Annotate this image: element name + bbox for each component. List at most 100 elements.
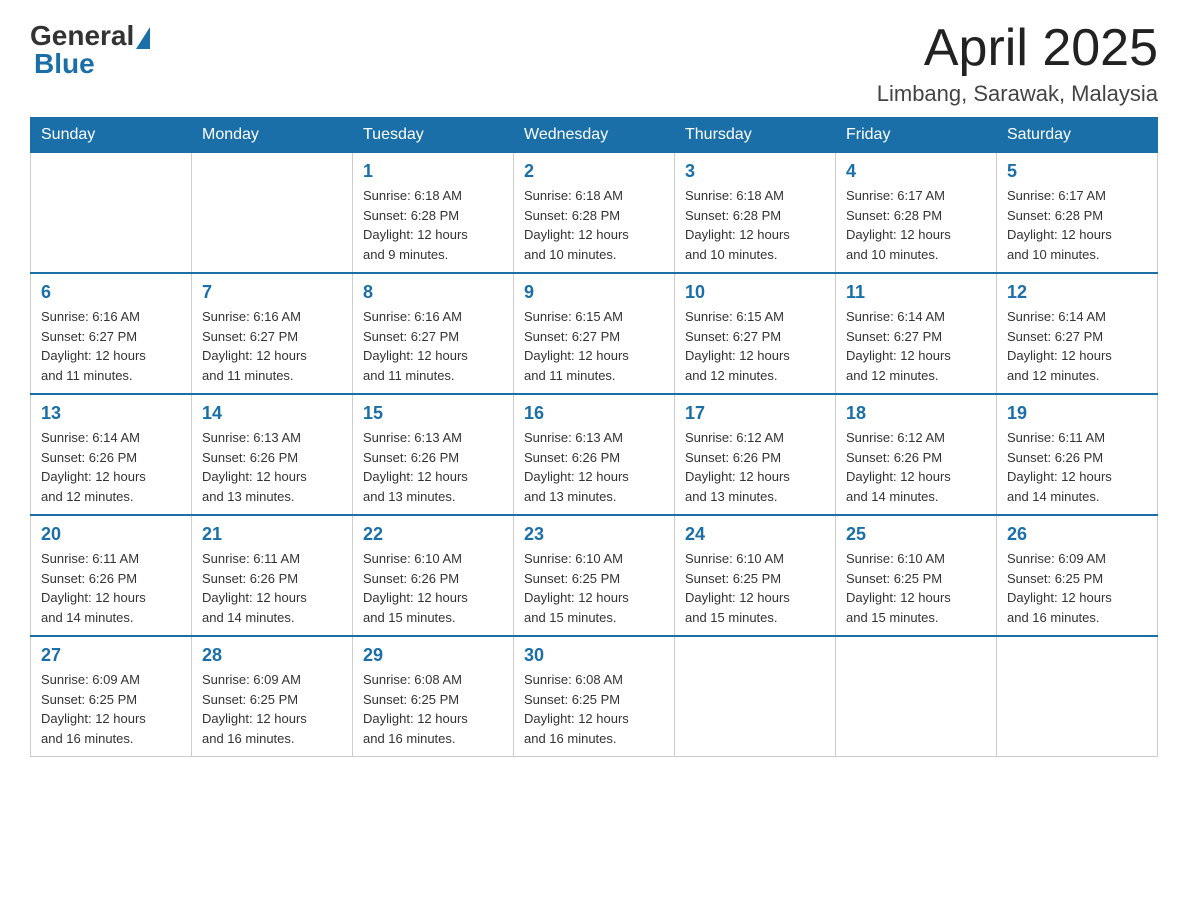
title-section: April 2025 Limbang, Sarawak, Malaysia (877, 20, 1158, 107)
calendar-week-row: 6 Sunrise: 6:16 AMSunset: 6:27 PMDaylight… (31, 273, 1158, 394)
day-number: 21 (202, 524, 342, 545)
calendar-day-cell: 19 Sunrise: 6:11 AMSunset: 6:26 PMDayligh… (997, 394, 1158, 515)
day-number: 15 (363, 403, 503, 424)
calendar-day-header: Friday (836, 118, 997, 153)
calendar-day-cell: 4 Sunrise: 6:17 AMSunset: 6:28 PMDaylight… (836, 153, 997, 274)
day-number: 5 (1007, 161, 1147, 182)
calendar-day-cell: 1Sunrise: 6:18 AMSunset: 6:28 PMDaylight… (353, 153, 514, 274)
calendar-day-cell: 5 Sunrise: 6:17 AMSunset: 6:28 PMDaylight… (997, 153, 1158, 274)
calendar-day-cell: 6 Sunrise: 6:16 AMSunset: 6:27 PMDaylight… (31, 273, 192, 394)
calendar-day-cell (675, 636, 836, 757)
day-info: Sunrise: 6:15 AMSunset: 6:27 PMDaylight:… (524, 307, 664, 385)
calendar-day-cell: 21 Sunrise: 6:11 AMSunset: 6:26 PMDayligh… (192, 515, 353, 636)
day-info: Sunrise: 6:09 AMSunset: 6:25 PMDaylight:… (41, 670, 181, 748)
day-number: 25 (846, 524, 986, 545)
day-number: 3 (685, 161, 825, 182)
calendar-day-cell (31, 153, 192, 274)
day-info: Sunrise: 6:14 AMSunset: 6:27 PMDaylight:… (846, 307, 986, 385)
calendar-day-header: Tuesday (353, 118, 514, 153)
day-number: 17 (685, 403, 825, 424)
day-number: 18 (846, 403, 986, 424)
calendar-week-row: 13Sunrise: 6:14 AMSunset: 6:26 PMDayligh… (31, 394, 1158, 515)
calendar-day-cell: 9 Sunrise: 6:15 AMSunset: 6:27 PMDaylight… (514, 273, 675, 394)
logo-blue-text: Blue (34, 48, 95, 80)
calendar-day-cell: 30Sunrise: 6:08 AMSunset: 6:25 PMDayligh… (514, 636, 675, 757)
day-info: Sunrise: 6:12 AMSunset: 6:26 PMDaylight:… (846, 428, 986, 506)
calendar-day-cell: 22Sunrise: 6:10 AMSunset: 6:26 PMDayligh… (353, 515, 514, 636)
day-info: Sunrise: 6:17 AMSunset: 6:28 PMDaylight:… (846, 186, 986, 264)
day-info: Sunrise: 6:15 AMSunset: 6:27 PMDaylight:… (685, 307, 825, 385)
calendar-week-row: 1 Sunrise: 6:18 AMSunset: 6:28 PMDaylight… (31, 153, 1158, 274)
day-info: Sunrise: 6:16 AMSunset: 6:27 PMDaylight:… (202, 307, 342, 385)
day-number: 19 (1007, 403, 1147, 424)
logo-triangle-icon (136, 27, 150, 49)
day-number: 23 (524, 524, 664, 545)
day-info: Sunrise: 6:16 AMSunset: 6:27 PMDaylight:… (41, 307, 181, 385)
calendar-day-cell: 7 Sunrise: 6:16 AMSunset: 6:27 PMDaylight… (192, 273, 353, 394)
calendar-day-cell: 20 Sunrise: 6:11 AMSunset: 6:26 PMDayligh… (31, 515, 192, 636)
calendar-day-cell: 24Sunrise: 6:10 AMSunset: 6:25 PMDayligh… (675, 515, 836, 636)
day-info: Sunrise: 6:13 AMSunset: 6:26 PMDaylight:… (202, 428, 342, 506)
calendar-day-cell: 14 Sunrise: 6:13 AMSunset: 6:26 PMDayligh… (192, 394, 353, 515)
calendar-day-cell: 25 Sunrise: 6:10 AMSunset: 6:25 PMDayligh… (836, 515, 997, 636)
calendar-day-cell: 10 Sunrise: 6:15 AMSunset: 6:27 PMDayligh… (675, 273, 836, 394)
day-info: Sunrise: 6:12 AMSunset: 6:26 PMDaylight:… (685, 428, 825, 506)
calendar-header-row: SundayMondayTuesdayWednesdayThursdayFrid… (31, 118, 1158, 153)
day-info: Sunrise: 6:14 AMSunset: 6:27 PMDaylight:… (1007, 307, 1147, 385)
calendar-day-cell: 16Sunrise: 6:13 AMSunset: 6:26 PMDayligh… (514, 394, 675, 515)
location-text: Limbang, Sarawak, Malaysia (877, 81, 1158, 107)
day-info: Sunrise: 6:10 AMSunset: 6:25 PMDaylight:… (524, 549, 664, 627)
calendar-day-cell: 15 Sunrise: 6:13 AMSunset: 6:26 PMDayligh… (353, 394, 514, 515)
day-info: Sunrise: 6:17 AMSunset: 6:28 PMDaylight:… (1007, 186, 1147, 264)
day-info: Sunrise: 6:09 AMSunset: 6:25 PMDaylight:… (202, 670, 342, 748)
calendar-day-header: Wednesday (514, 118, 675, 153)
calendar-day-cell (997, 636, 1158, 757)
logo: General Blue (30, 20, 150, 80)
calendar-week-row: 20 Sunrise: 6:11 AMSunset: 6:26 PMDayligh… (31, 515, 1158, 636)
day-number: 27 (41, 645, 181, 666)
day-info: Sunrise: 6:09 AMSunset: 6:25 PMDaylight:… (1007, 549, 1147, 627)
page-header: General Blue April 2025 Limbang, Sarawak… (30, 20, 1158, 107)
day-number: 11 (846, 282, 986, 303)
calendar-day-cell: 3Sunrise: 6:18 AMSunset: 6:28 PMDaylight… (675, 153, 836, 274)
day-number: 2 (524, 161, 664, 182)
day-number: 26 (1007, 524, 1147, 545)
calendar-day-cell: 29 Sunrise: 6:08 AMSunset: 6:25 PMDayligh… (353, 636, 514, 757)
day-number: 9 (524, 282, 664, 303)
calendar-day-header: Monday (192, 118, 353, 153)
calendar-day-cell: 12 Sunrise: 6:14 AMSunset: 6:27 PMDayligh… (997, 273, 1158, 394)
day-info: Sunrise: 6:11 AMSunset: 6:26 PMDaylight:… (1007, 428, 1147, 506)
calendar-day-cell: 11 Sunrise: 6:14 AMSunset: 6:27 PMDayligh… (836, 273, 997, 394)
calendar-day-header: Saturday (997, 118, 1158, 153)
day-number: 4 (846, 161, 986, 182)
calendar-day-cell: 2 Sunrise: 6:18 AMSunset: 6:28 PMDaylight… (514, 153, 675, 274)
day-info: Sunrise: 6:14 AMSunset: 6:26 PMDaylight:… (41, 428, 181, 506)
calendar-day-cell: 18 Sunrise: 6:12 AMSunset: 6:26 PMDayligh… (836, 394, 997, 515)
calendar-day-header: Sunday (31, 118, 192, 153)
day-info: Sunrise: 6:10 AMSunset: 6:25 PMDaylight:… (846, 549, 986, 627)
day-info: Sunrise: 6:11 AMSunset: 6:26 PMDaylight:… (41, 549, 181, 627)
day-number: 16 (524, 403, 664, 424)
calendar-day-cell (836, 636, 997, 757)
calendar-day-cell: 17 Sunrise: 6:12 AMSunset: 6:26 PMDayligh… (675, 394, 836, 515)
day-number: 30 (524, 645, 664, 666)
day-info: Sunrise: 6:11 AMSunset: 6:26 PMDaylight:… (202, 549, 342, 627)
day-number: 14 (202, 403, 342, 424)
day-info: Sunrise: 6:10 AMSunset: 6:26 PMDaylight:… (363, 549, 503, 627)
day-info: Sunrise: 6:18 AMSunset: 6:28 PMDaylight:… (524, 186, 664, 264)
day-info: Sunrise: 6:10 AMSunset: 6:25 PMDaylight:… (685, 549, 825, 627)
day-info: Sunrise: 6:16 AMSunset: 6:27 PMDaylight:… (363, 307, 503, 385)
calendar-day-cell: 23 Sunrise: 6:10 AMSunset: 6:25 PMDayligh… (514, 515, 675, 636)
calendar-table: SundayMondayTuesdayWednesdayThursdayFrid… (30, 117, 1158, 757)
day-number: 29 (363, 645, 503, 666)
day-info: Sunrise: 6:13 AMSunset: 6:26 PMDaylight:… (363, 428, 503, 506)
day-number: 7 (202, 282, 342, 303)
day-number: 20 (41, 524, 181, 545)
day-number: 6 (41, 282, 181, 303)
calendar-day-cell: 27 Sunrise: 6:09 AMSunset: 6:25 PMDayligh… (31, 636, 192, 757)
month-title: April 2025 (877, 20, 1158, 77)
day-info: Sunrise: 6:08 AMSunset: 6:25 PMDaylight:… (363, 670, 503, 748)
day-number: 1 (363, 161, 503, 182)
day-number: 12 (1007, 282, 1147, 303)
day-number: 10 (685, 282, 825, 303)
